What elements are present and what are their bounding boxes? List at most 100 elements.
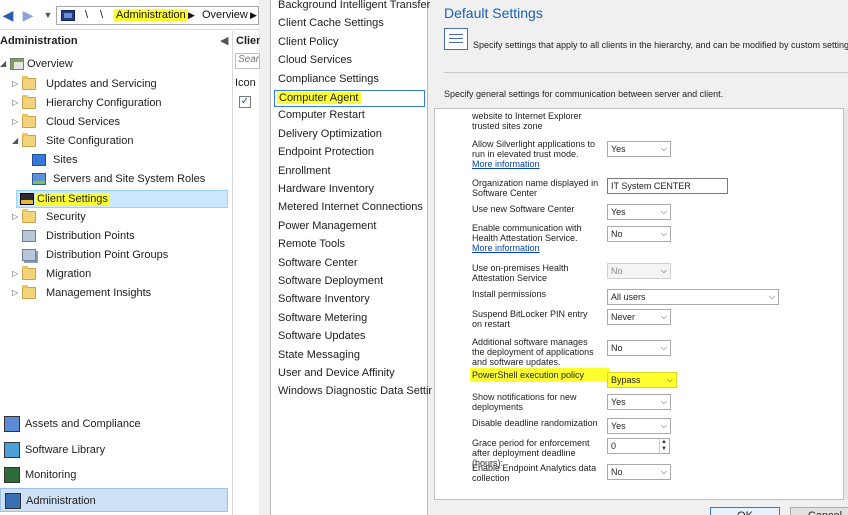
category-background-intelligent-transfer[interactable]: Background Intelligent Transfer: [276, 0, 432, 15]
search-input[interactable]: Search: [235, 53, 260, 69]
breadcrumb-administration[interactable]: Administration: [114, 9, 188, 21]
use-new-software-center-select[interactable]: Yes ⌵: [607, 204, 671, 220]
category-endpoint-protection[interactable]: Endpoint Protection: [276, 145, 376, 162]
tree-item-security[interactable]: ▷ Security: [12, 209, 228, 227]
checkmark-icon[interactable]: ✓: [239, 96, 251, 108]
tree-item-distribution-point-groups[interactable]: Distribution Point Groups: [12, 247, 228, 265]
breadcrumb-overview[interactable]: Overview: [202, 9, 248, 21]
category-metered-internet-connections[interactable]: Metered Internet Connections: [276, 200, 425, 217]
forward-arrow-icon[interactable]: ▶: [20, 7, 36, 23]
category-cloud-services[interactable]: Cloud Services: [276, 53, 354, 70]
chevron-down-icon[interactable]: ⌵: [667, 373, 673, 387]
chevron-down-icon[interactable]: ⌵: [661, 264, 667, 278]
more-information-link[interactable]: More information: [472, 159, 540, 169]
workspace-administration[interactable]: Administration: [0, 488, 228, 512]
category-windows-diagnostic-data-settings[interactable]: Windows Diagnostic Data Settings: [276, 384, 448, 401]
category-remote-tools[interactable]: Remote Tools: [276, 237, 347, 254]
show-notifications-for-new-deployments-select[interactable]: Yes ⌵: [607, 394, 671, 410]
column-header-icon[interactable]: Icon: [235, 77, 259, 89]
breadcrumb-arrow-icon[interactable]: ▶: [188, 10, 195, 21]
category-state-messaging[interactable]: State Messaging: [276, 348, 362, 365]
chevron-down-icon[interactable]: ⌵: [661, 395, 667, 409]
collapse-pane-icon[interactable]: ◀: [220, 34, 228, 47]
expander-icon[interactable]: ▷: [12, 212, 20, 221]
breadcrumb[interactable]: \ \ Administration ▶ Overview ▶: [56, 6, 259, 25]
expander-icon[interactable]: ▷: [12, 98, 20, 107]
tree-item-servers-and-site-system-roles[interactable]: Servers and Site System Roles: [24, 171, 228, 189]
chevron-down-icon[interactable]: ⌵: [661, 227, 667, 241]
expander-icon[interactable]: ▷: [12, 269, 20, 278]
workspace-label: Administration: [26, 495, 96, 507]
property-label-text: Additional software manages the deployme…: [472, 337, 594, 367]
tree-item-sites[interactable]: Sites: [24, 152, 228, 170]
expander-icon[interactable]: ◢: [0, 59, 8, 68]
category-software-metering[interactable]: Software Metering: [276, 311, 369, 328]
chevron-down-icon[interactable]: ⌵: [661, 419, 667, 433]
breadcrumb-arrow-icon[interactable]: ▶: [250, 10, 257, 21]
tree-item-overview[interactable]: ◢ Overview: [0, 56, 228, 74]
allow-silverlight-applications-to-run-in-select[interactable]: Yes ⌵: [607, 141, 671, 157]
category-software-deployment[interactable]: Software Deployment: [276, 274, 385, 291]
tree-item-management-insights[interactable]: ▷ Management Insights: [12, 285, 228, 303]
list-title: Client: [236, 35, 260, 47]
category-computer-restart[interactable]: Computer Restart: [276, 108, 367, 125]
category-enrollment[interactable]: Enrollment: [276, 164, 333, 181]
category-software-inventory[interactable]: Software Inventory: [276, 292, 372, 309]
overview-icon: [10, 58, 24, 70]
category-label: Software Metering: [278, 311, 368, 324]
tree-item-label: Distribution Points: [46, 230, 135, 242]
category-label: Software Inventory: [278, 293, 370, 306]
chevron-down-icon[interactable]: ⌵: [661, 205, 667, 219]
category-client-policy[interactable]: Client Policy: [276, 35, 341, 52]
category-hardware-inventory[interactable]: Hardware Inventory: [276, 182, 376, 199]
chevron-down-icon[interactable]: ⌵: [769, 290, 775, 304]
category-client-cache-settings[interactable]: Client Cache Settings: [276, 16, 386, 33]
chevron-down-icon[interactable]: ⌵: [661, 465, 667, 479]
control-value: No: [611, 343, 623, 353]
tree-item-hierarchy-configuration[interactable]: ▷ Hierarchy Configuration: [12, 95, 228, 113]
cancel-button[interactable]: Cancel: [790, 507, 848, 515]
expander-icon[interactable]: ▷: [12, 79, 20, 88]
enable-communication-with-health-attesta-select[interactable]: No ⌵: [607, 226, 671, 242]
additional-software-manages-the-deployme-select[interactable]: No ⌵: [607, 340, 671, 356]
category-label: Power Management: [278, 219, 377, 232]
install-permissions-select[interactable]: All users ⌵: [607, 289, 779, 305]
workspace-software-library[interactable]: Software Library: [0, 438, 228, 462]
disable-deadline-randomization-select[interactable]: Yes ⌵: [607, 418, 671, 434]
chevron-down-icon[interactable]: ⌵: [661, 142, 667, 156]
expander-icon[interactable]: ◢: [12, 136, 20, 145]
tree-item-distribution-points[interactable]: Distribution Points: [12, 228, 228, 246]
organization-name-displayed-in-software--field[interactable]: IT System CENTER: [607, 178, 728, 194]
category-software-updates[interactable]: Software Updates: [276, 329, 367, 346]
tree-item-site-configuration[interactable]: ◢ Site Configuration: [12, 133, 228, 151]
enable-endpoint-analytics-data-collectio-select[interactable]: No ⌵: [607, 464, 671, 480]
chevron-down-icon[interactable]: ⌵: [661, 310, 667, 324]
category-compliance-settings[interactable]: Compliance Settings: [276, 72, 381, 89]
category-user-and-device-affinity[interactable]: User and Device Affinity: [276, 366, 397, 383]
tree-item-cloud-services[interactable]: ▷ Cloud Services: [12, 114, 228, 132]
suspend-bitlocker-pin-entry-on-restart-select[interactable]: Never ⌵: [607, 309, 671, 325]
more-information-link[interactable]: More information: [472, 243, 540, 253]
workspace-assets-and-compliance[interactable]: Assets and Compliance: [0, 412, 228, 436]
expander-icon[interactable]: ▷: [12, 288, 20, 297]
vertical-scrollbar[interactable]: [844, 108, 848, 500]
property-label-text: Use new Software Center: [472, 204, 575, 214]
control-value: No: [611, 229, 623, 239]
category-power-management[interactable]: Power Management: [276, 219, 378, 236]
spinner-arrows-icon[interactable]: ▲ ▼: [659, 439, 668, 453]
history-dropdown-icon[interactable]: ▼: [40, 7, 56, 23]
ok-button[interactable]: OK: [710, 507, 780, 515]
category-delivery-optimization[interactable]: Delivery Optimization: [276, 127, 384, 144]
category-software-center[interactable]: Software Center: [276, 256, 359, 273]
grace-period-for-enforcement-after-deplo-stepper[interactable]: 0 ▲ ▼: [607, 438, 670, 454]
tree-item-client-settings[interactable]: Client Settings: [16, 190, 228, 208]
chevron-down-icon[interactable]: ⌵: [661, 341, 667, 355]
workspace-monitoring[interactable]: Monitoring: [0, 463, 228, 487]
back-arrow-icon[interactable]: ◀: [0, 7, 16, 23]
expander-icon[interactable]: ▷: [12, 117, 20, 126]
tree-item-migration[interactable]: ▷ Migration: [12, 266, 228, 284]
category-computer-agent[interactable]: Computer Agent: [274, 90, 425, 107]
powershell-execution-policy-select[interactable]: Bypass ⌵: [607, 372, 677, 388]
tree-item-updates-and-servicing[interactable]: ▷ Updates and Servicing: [12, 76, 228, 94]
workspace-label: Software Library: [25, 444, 106, 456]
